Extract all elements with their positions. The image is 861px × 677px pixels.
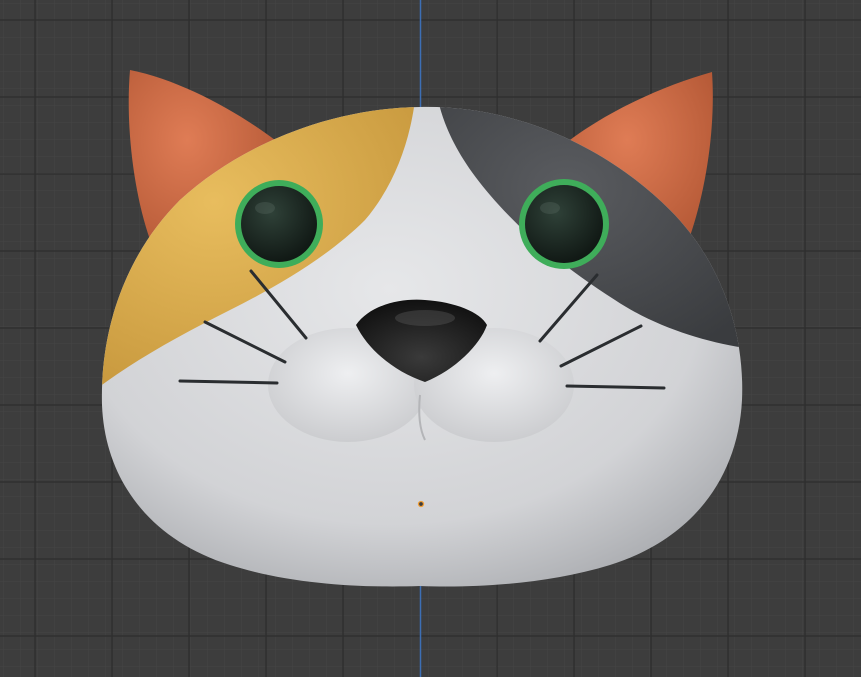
right-eye[interactable]	[519, 179, 609, 269]
3d-viewport[interactable]	[0, 0, 861, 677]
left-eye[interactable]	[235, 180, 323, 268]
whisker-right-bottom	[565, 384, 666, 390]
viewport-canvas[interactable]	[0, 0, 861, 677]
object-origin-point[interactable]	[417, 500, 425, 508]
whisker-left-bottom	[178, 379, 279, 385]
